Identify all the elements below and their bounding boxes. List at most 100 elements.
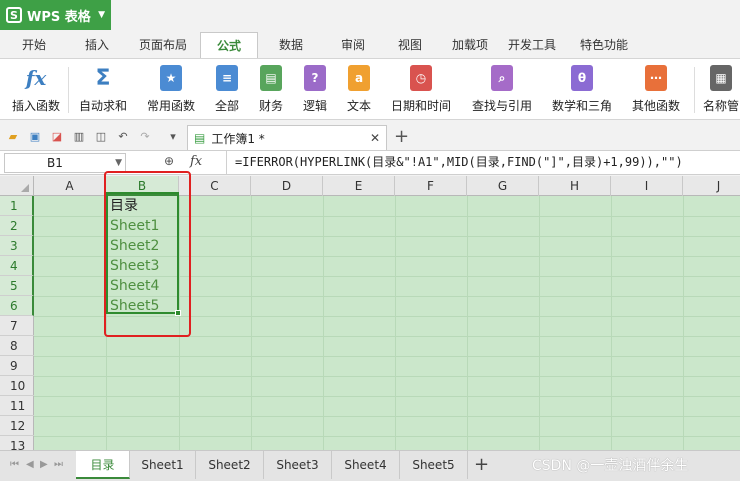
ribbon-label: 文本 xyxy=(346,99,371,113)
redo-icon[interactable]: ↷ xyxy=(138,129,152,143)
zoom-icon[interactable]: ⊕ xyxy=(164,154,180,170)
wps-spreadsheet-window: S WPS 表格 ▼ 开始 插入 页面布局 公式 数据 审阅 视图 加载项 开发… xyxy=(0,0,740,481)
sigma-icon: Σ xyxy=(95,65,111,91)
fx-icon[interactable]: fx xyxy=(190,154,202,169)
sheet-tab[interactable]: Sheet5 xyxy=(400,451,468,479)
column-header[interactable]: G xyxy=(467,176,539,196)
name-box[interactable]: B1 ▼ xyxy=(4,153,126,173)
save-icon[interactable]: ▣ xyxy=(28,129,42,143)
sheet-tab[interactable]: Sheet2 xyxy=(196,451,264,479)
row-header[interactable]: 11 xyxy=(0,396,34,416)
lookup-reference-button[interactable]: ⌕ 查找与引用 xyxy=(464,63,540,119)
app-menu-button[interactable]: S WPS 表格 ▼ xyxy=(0,0,111,30)
name-manager-icon: ▦ xyxy=(710,65,732,91)
ribbon-label: 全部 xyxy=(214,99,239,113)
row-header[interactable]: 2 xyxy=(0,216,34,236)
sheet-tab[interactable]: Sheet3 xyxy=(264,451,332,479)
open-folder-icon[interactable]: ▰ xyxy=(6,129,20,143)
ribbon-label: 日期和时间 xyxy=(390,99,451,113)
tab-data[interactable]: 数据 xyxy=(258,32,324,58)
fx-icon: fx xyxy=(25,66,47,90)
cell-reference: B1 xyxy=(47,156,63,170)
ribbon-label: 其他函数 xyxy=(631,99,680,113)
sheet-tab[interactable]: Sheet1 xyxy=(130,451,196,479)
add-sheet-icon[interactable]: + xyxy=(474,454,489,475)
select-all-corner[interactable] xyxy=(0,176,34,196)
column-header[interactable]: F xyxy=(395,176,467,196)
sheet-tab[interactable]: 目录 xyxy=(76,451,130,479)
first-sheet-icon[interactable]: ⏮ xyxy=(10,459,19,470)
finance-icon: ▤ xyxy=(260,65,282,91)
formula-input[interactable]: =IFERROR(HYPERLINK(目录&"!A1",MID(目录,FIND(… xyxy=(226,151,740,175)
column-header[interactable]: A xyxy=(34,176,106,196)
tab-developer[interactable]: 开发工具 xyxy=(502,32,562,58)
row-header[interactable]: 4 xyxy=(0,256,34,276)
name-manager-button[interactable]: ▦ 名称管 xyxy=(702,63,740,119)
row-header[interactable]: 8 xyxy=(0,336,34,356)
logic-button[interactable]: ? 逻辑 xyxy=(296,63,334,119)
row-header[interactable]: 6 xyxy=(0,296,34,316)
math-icon: θ xyxy=(571,65,593,91)
autosum-button[interactable]: Σ 自动求和 xyxy=(72,63,134,119)
next-sheet-icon[interactable]: ▶ xyxy=(40,459,48,470)
tab-view[interactable]: 视图 xyxy=(382,32,438,58)
document-title: 工作簿1 * xyxy=(211,131,265,146)
row-header[interactable]: 1 xyxy=(0,196,34,216)
tab-start[interactable]: 开始 xyxy=(0,32,68,58)
datetime-button[interactable]: ◷ 日期和时间 xyxy=(384,63,458,119)
all-functions-button[interactable]: ≡ 全部 xyxy=(208,63,246,119)
row-header[interactable]: 9 xyxy=(0,356,34,376)
tab-special[interactable]: 特色功能 xyxy=(562,32,646,58)
customize-toolbar-icon[interactable]: ▾ xyxy=(166,129,180,143)
ribbon-label: 逻辑 xyxy=(302,99,327,113)
ribbon-label: 常用函数 xyxy=(146,99,195,113)
print-icon[interactable]: ▥ xyxy=(72,129,86,143)
last-sheet-icon[interactable]: ⏭ xyxy=(54,459,63,470)
row-header[interactable]: 7 xyxy=(0,316,34,336)
spreadsheet-icon: ▤ xyxy=(194,131,206,145)
row-headers: 1 2 3 4 5 6 7 8 9 10 11 12 13 xyxy=(0,196,34,450)
finance-button[interactable]: ▤ 财务 xyxy=(252,63,290,119)
row-header[interactable]: 13 xyxy=(0,436,34,450)
other-function-icon: ⋯ xyxy=(645,65,667,91)
tab-addins[interactable]: 加载项 xyxy=(438,32,502,58)
pdf-icon[interactable]: ◪ xyxy=(50,129,64,143)
text-button[interactable]: a 文本 xyxy=(340,63,378,119)
column-header[interactable]: E xyxy=(323,176,395,196)
text-icon: a xyxy=(348,65,370,91)
chevron-down-icon: ▼ xyxy=(98,10,105,20)
logic-icon: ? xyxy=(304,65,326,91)
sheet-tab[interactable]: Sheet4 xyxy=(332,451,400,479)
ribbon-label: 财务 xyxy=(258,99,283,113)
app-title: WPS 表格 xyxy=(27,9,91,25)
row-header[interactable]: 5 xyxy=(0,276,34,296)
star-function-icon: ★ xyxy=(160,65,182,91)
prev-sheet-icon[interactable]: ◀ xyxy=(26,459,34,470)
column-header[interactable]: I xyxy=(611,176,683,196)
undo-icon[interactable]: ↶ xyxy=(116,129,130,143)
print-preview-icon[interactable]: ◫ xyxy=(94,129,108,143)
clock-icon: ◷ xyxy=(410,65,432,91)
row-header[interactable]: 10 xyxy=(0,376,34,396)
tab-insert[interactable]: 插入 xyxy=(68,32,126,58)
tab-review[interactable]: 审阅 xyxy=(324,32,382,58)
row-header[interactable]: 12 xyxy=(0,416,34,436)
wps-logo-icon: S xyxy=(6,7,22,23)
close-icon[interactable]: ✕ xyxy=(370,131,380,145)
search-ref-icon: ⌕ xyxy=(491,65,513,91)
column-header[interactable]: H xyxy=(539,176,611,196)
tab-page-layout[interactable]: 页面布局 xyxy=(126,32,200,58)
tab-formula[interactable]: 公式 xyxy=(200,32,258,58)
column-header[interactable]: D xyxy=(251,176,323,196)
column-header[interactable]: J xyxy=(683,176,740,196)
watermark: CSDN @一壶浊酒伴余生 xyxy=(532,458,689,474)
document-tab[interactable]: ▤ 工作簿1 * ✕ xyxy=(187,125,387,150)
common-functions-button[interactable]: ★ 常用函数 xyxy=(140,63,202,119)
ribbon-label: 数学和三角 xyxy=(551,99,612,113)
other-functions-button[interactable]: ⋯ 其他函数 xyxy=(624,63,688,119)
math-trig-button[interactable]: θ 数学和三角 xyxy=(544,63,620,119)
insert-function-button[interactable]: fx 插入函数 xyxy=(8,63,64,119)
chevron-down-icon[interactable]: ▼ xyxy=(115,154,122,172)
row-header[interactable]: 3 xyxy=(0,236,34,256)
new-document-icon[interactable]: + xyxy=(394,126,409,147)
